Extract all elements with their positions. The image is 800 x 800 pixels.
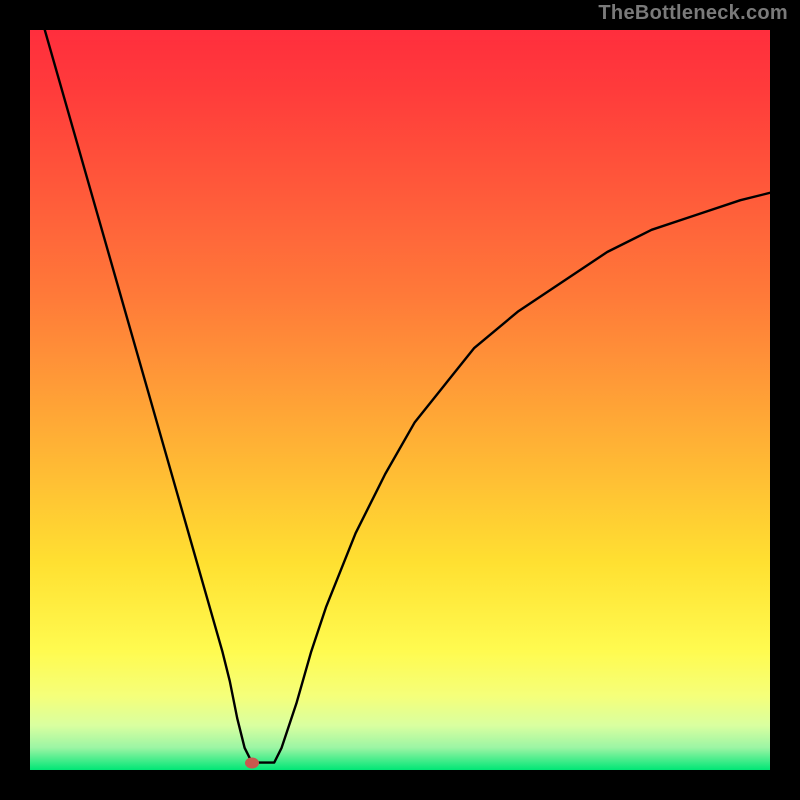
chart-frame: TheBottleneck.com xyxy=(0,0,800,800)
bottleneck-curve xyxy=(45,30,770,763)
watermark-label: TheBottleneck.com xyxy=(598,2,788,25)
curve-svg xyxy=(30,30,770,770)
plot-area xyxy=(30,30,770,770)
optimum-marker-icon xyxy=(245,757,259,768)
